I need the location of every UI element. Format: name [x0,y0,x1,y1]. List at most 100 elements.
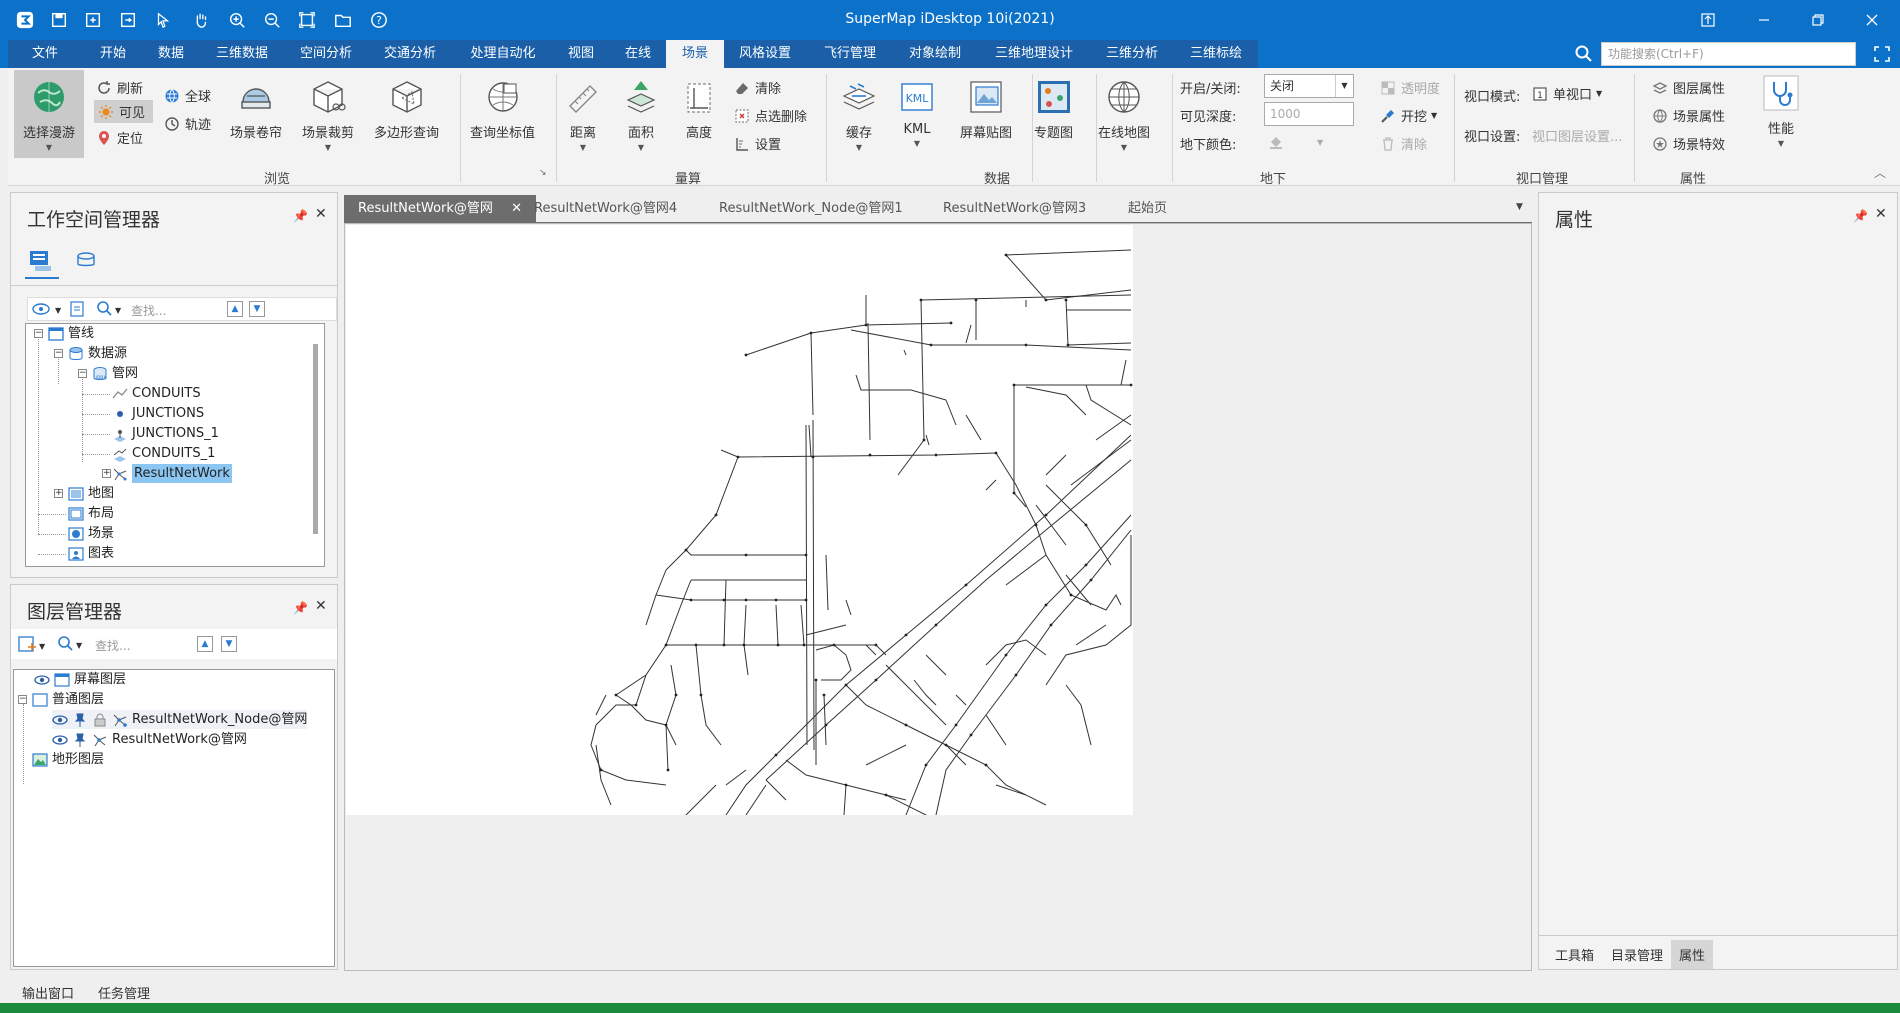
task-management-tab[interactable]: 任务管理 [98,983,150,1002]
doc-tab-start-page[interactable]: 起始页 [1114,195,1181,223]
area-button[interactable]: 面积 ▼ [622,78,660,152]
layer-search-input[interactable]: 查找... [95,637,130,654]
select-roam-button[interactable]: 选择漫游 ▼ [14,70,84,158]
search-icon[interactable] [1574,44,1594,64]
layer-move-down-icon[interactable]: ▼ [221,636,237,652]
menu-data[interactable]: 数据 [146,40,196,68]
view-options-icon[interactable]: ▼ [31,299,62,319]
menu-file[interactable]: 文件 [14,40,76,68]
close-icon[interactable] [1850,4,1894,36]
dialog-launcher-icon[interactable]: ↘ [539,168,547,178]
layer-node-result-network-node[interactable]: ResultNetWork_Node@管网 [52,710,308,729]
menu-scene[interactable]: 场景 [666,40,724,68]
doc-tab-result-network[interactable]: ResultNetWork@管网 ✕ [344,195,536,223]
catalog-tab[interactable]: 目录管理 [1607,943,1667,966]
function-search-input[interactable]: 功能搜索(Ctrl+F) [1601,42,1856,66]
underground-toggle-select[interactable]: 关闭 ▼ [1264,74,1354,98]
tree-collapse-toggle[interactable]: − [78,369,87,378]
selectable-pin-icon[interactable] [72,732,88,748]
kml-button[interactable]: KML KML ▼ [898,78,936,148]
color-fill-button[interactable]: ▼ [1268,134,1323,150]
cache-button[interactable]: 缓存 ▼ [840,78,878,152]
layer-props-button[interactable]: 图层属性 [1652,78,1725,97]
tree-node-scenes[interactable]: 场景 [68,524,114,543]
doc-tab-result-network-node-1[interactable]: ResultNetWork_Node@管网1 [705,195,917,223]
thematic-button[interactable]: 专题图 [1034,78,1073,141]
distance-button[interactable]: 距离 ▼ [564,78,602,152]
tree-scrollbar[interactable] [313,344,318,534]
refresh-button[interactable]: 刷新 [96,78,143,97]
menu-style-settings[interactable]: 风格设置 [730,40,800,68]
transparency-button[interactable]: 透明度 [1380,78,1440,97]
tree-collapse-toggle[interactable]: − [34,329,43,338]
move-up-icon[interactable]: ▲ [227,301,243,317]
properties-tab[interactable]: 属性 [1671,940,1714,969]
visibility-eye-icon[interactable] [52,732,68,748]
query-coord-button[interactable]: 查询坐标值 [470,78,535,141]
menu-3d-plotting[interactable]: 三维标绘 [1180,40,1252,68]
search-options-icon[interactable]: ▼ [95,299,125,319]
tree-collapse-toggle[interactable]: − [54,349,63,358]
tree-node-conduits-1[interactable]: CONDUITS_1 [112,444,215,463]
visibility-eye-icon[interactable] [52,712,68,728]
app-logo-icon[interactable] [10,6,40,34]
underground-clear-button[interactable]: 清除 [1380,134,1427,153]
pin-icon[interactable]: 📌 [293,209,308,223]
open-file-icon[interactable] [67,299,87,319]
polygon-query-button[interactable]: 多边形查询 [374,78,439,141]
performance-button[interactable]: 性能 ▼ [1762,74,1800,148]
collapse-ribbon-icon[interactable]: ︿ [1874,164,1886,181]
workspace-search-input[interactable]: 查找... [131,302,166,319]
menu-object-drawing[interactable]: 对象绘制 [898,40,972,68]
online-map-button[interactable]: 在线地图 ▼ [1098,78,1150,152]
layer-move-up-icon[interactable]: ▲ [197,636,213,652]
pin-icon[interactable]: 📌 [1853,209,1868,223]
menu-3d-data[interactable]: 三维数据 [208,40,276,68]
scene-roll-button[interactable]: 场景卷帘 [230,78,282,141]
tree-node-maps[interactable]: 地图 [68,484,114,503]
tree-node-datasources[interactable]: 数据源 [68,344,127,363]
add-layer-icon[interactable]: ▼ [17,633,47,655]
pan-hand-icon[interactable] [186,6,216,34]
menu-online[interactable]: 在线 [614,40,662,68]
point-clear-button[interactable]: 点选删除 [734,106,807,125]
move-down-icon[interactable]: ▼ [249,301,265,317]
measure-settings-button[interactable]: 设置 [734,134,781,153]
viewport-layer-settings-button[interactable]: 视口图层设置... [1532,126,1622,145]
restore-icon[interactable] [1796,4,1840,36]
globe-button[interactable]: 全球 [164,86,211,105]
tree-node-charts[interactable]: 图表 [68,544,114,563]
save-icon[interactable] [44,6,74,34]
measure-clear-button[interactable]: 清除 [734,78,781,97]
tree-node-pipe-network-ds[interactable]: UDBX 管网 [92,364,138,383]
scene-clip-button[interactable]: 场景裁剪 ▼ [302,78,354,152]
menu-3d-geo-design[interactable]: 三维地理设计 [986,40,1082,68]
layer-node-screen[interactable]: 屏幕图层 [34,670,126,689]
tree-node-layouts[interactable]: 布局 [68,504,114,523]
menu-traffic-analysis[interactable]: 交通分析 [374,40,446,68]
folder-icon[interactable] [328,6,358,34]
tree-collapse-toggle[interactable]: − [18,695,27,704]
ribbon-display-icon[interactable] [1686,4,1730,36]
lock-icon[interactable] [92,712,108,728]
menu-start[interactable]: 开始 [88,40,138,68]
tree-expand-toggle[interactable]: + [54,489,63,498]
pin-icon[interactable]: 📌 [293,601,308,615]
minimize-icon[interactable] [1742,4,1786,36]
fullscreen-icon[interactable] [1872,44,1892,64]
panel-close-icon[interactable]: ✕ [1875,206,1887,222]
network-map-canvas[interactable] [346,225,1133,816]
tree-node-conduits[interactable]: CONDUITS [112,384,201,403]
tree-node-junctions[interactable]: JUNCTIONS [112,404,204,423]
zoom-out-icon[interactable] [257,6,287,34]
toolbox-tab[interactable]: 工具箱 [1551,943,1598,966]
workspace-tree-tab-icon[interactable] [27,247,53,273]
screen-map-button[interactable]: 屏幕贴图 [960,78,1012,141]
menu-flight-management[interactable]: 飞行管理 [814,40,886,68]
full-extent-icon[interactable] [292,6,322,34]
tree-expand-toggle[interactable]: + [102,469,111,478]
pointer-icon[interactable] [148,6,178,34]
track-button[interactable]: 轨迹 [164,114,211,133]
scene-props-button[interactable]: 场景属性 [1652,106,1725,125]
database-tab-icon[interactable] [73,247,99,273]
